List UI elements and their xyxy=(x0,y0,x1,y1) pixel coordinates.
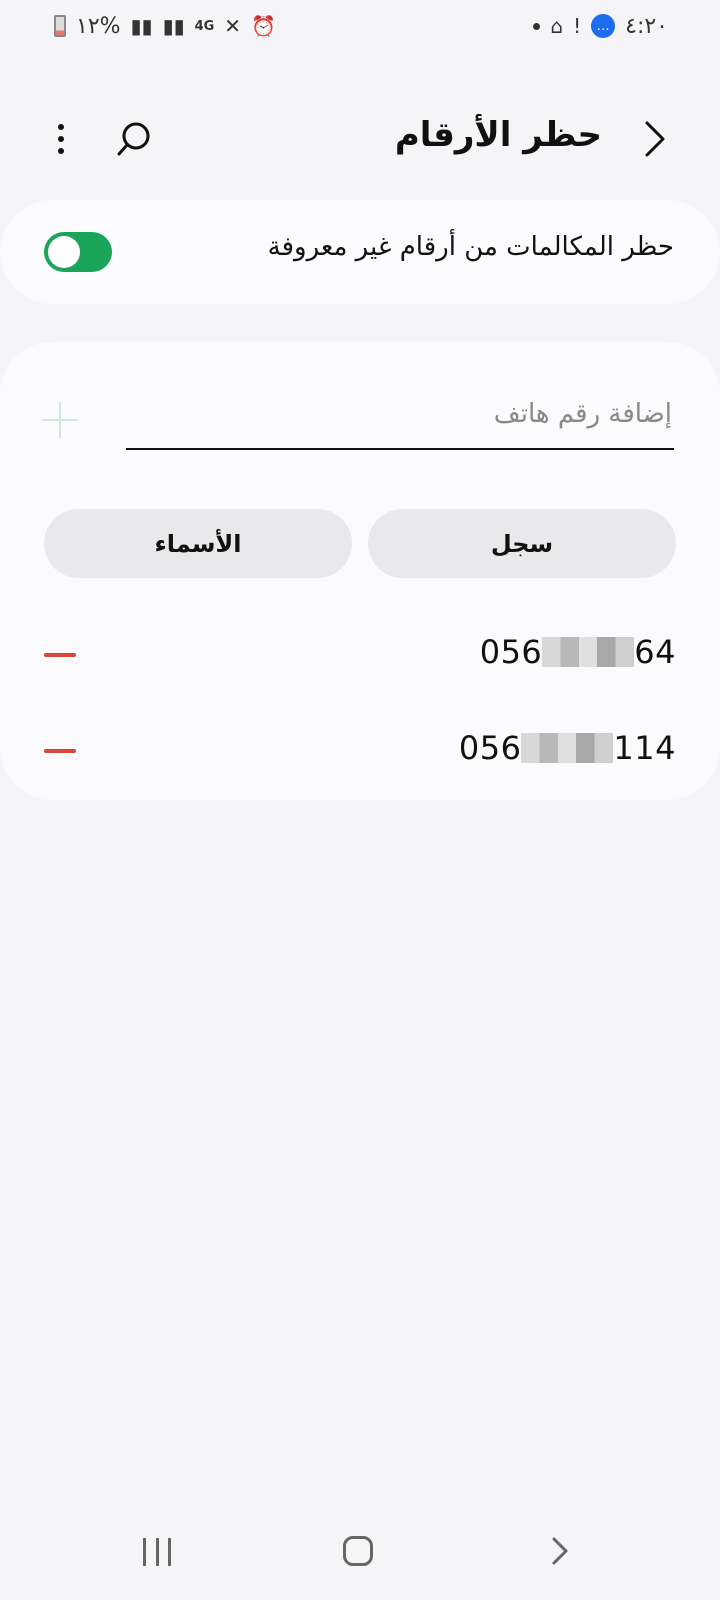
block-unknown-toggle[interactable] xyxy=(44,232,112,272)
app-header: حظر الأرقام xyxy=(0,105,720,175)
mosque-icon: ⌂ xyxy=(550,14,564,38)
remove-number-button[interactable] xyxy=(44,653,76,657)
signal-icon: ▮▮ xyxy=(162,14,185,38)
add-icon[interactable] xyxy=(40,400,80,440)
status-time: ٤:٢٠ xyxy=(625,13,668,39)
more-options-icon[interactable] xyxy=(46,117,76,161)
contacts-button[interactable]: الأسماء xyxy=(44,509,352,578)
more-dot xyxy=(58,124,64,130)
signal-icon: ▮▮ xyxy=(130,14,153,38)
battery-icon xyxy=(54,15,66,37)
number-prefix: 056 xyxy=(458,729,522,767)
network-4g-icon: 4G xyxy=(194,18,215,34)
remove-number-button[interactable] xyxy=(44,749,76,753)
home-button[interactable] xyxy=(343,1536,373,1566)
navigation-bar xyxy=(0,1500,720,1600)
more-dot xyxy=(58,148,64,154)
add-phone-number-input[interactable] xyxy=(126,390,674,450)
screen: %١٢ ▮▮ ▮▮ 4G ✕ ⏰ ⌂ ! … ٤:٢٠ حظر الأرقام xyxy=(0,0,720,1600)
alarm-icon: ⏰ xyxy=(251,14,276,38)
messages-icon: … xyxy=(591,14,616,38)
mute-icon: ✕ xyxy=(224,14,242,38)
blocked-number: 056 114 xyxy=(459,729,676,767)
blocked-number: 056 64 xyxy=(480,633,676,671)
blocked-number-row: 056 114 xyxy=(0,721,720,781)
status-right: ⌂ ! … ٤:٢٠ xyxy=(533,14,668,39)
toggle-knob xyxy=(48,236,80,268)
number-suffix: 114 xyxy=(613,729,676,767)
number-prefix: 056 xyxy=(479,633,543,671)
redacted-digits xyxy=(542,637,635,667)
block-unknown-label: حظر المكالمات من أرقام غير معروفة xyxy=(267,232,674,262)
more-dot xyxy=(58,136,64,142)
recent-line xyxy=(143,1538,146,1566)
blocked-number-row: 056 64 xyxy=(0,625,720,685)
redacted-digits xyxy=(521,733,614,763)
recent-line xyxy=(168,1538,171,1566)
status-left: %١٢ ▮▮ ▮▮ 4G ✕ ⏰ xyxy=(54,14,276,39)
back-icon[interactable] xyxy=(632,117,676,161)
status-bar: %١٢ ▮▮ ▮▮ 4G ✕ ⏰ ⌂ ! … ٤:٢٠ xyxy=(0,0,720,52)
battery-percent: %١٢ xyxy=(76,13,121,39)
recent-line xyxy=(155,1538,159,1566)
nav-back-button[interactable] xyxy=(545,1536,575,1566)
number-suffix: 64 xyxy=(634,633,676,671)
recent-apps-button[interactable] xyxy=(143,1538,171,1566)
page-title: حظر الأرقام xyxy=(394,115,602,155)
search-icon[interactable] xyxy=(112,117,156,161)
alert-icon: ! xyxy=(573,14,582,38)
log-button[interactable]: سجل xyxy=(368,509,676,578)
dot-icon xyxy=(533,22,541,30)
